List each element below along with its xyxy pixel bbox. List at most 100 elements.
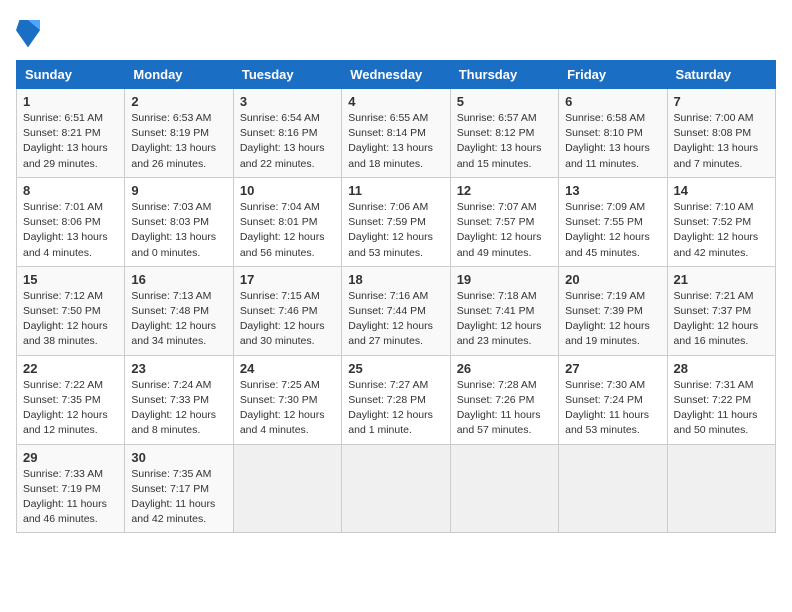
calendar-week-5: 29 Sunrise: 7:33 AMSunset: 7:19 PMDaylig… [17,444,776,533]
calendar-cell: 19 Sunrise: 7:18 AMSunset: 7:41 PMDaylig… [450,266,558,355]
day-number: 3 [240,94,335,109]
day-info: Sunrise: 6:53 AMSunset: 8:19 PMDaylight:… [131,111,226,172]
day-info: Sunrise: 7:30 AMSunset: 7:24 PMDaylight:… [565,378,660,439]
day-info: Sunrise: 7:00 AMSunset: 8:08 PMDaylight:… [674,111,769,172]
calendar-week-1: 1 Sunrise: 6:51 AMSunset: 8:21 PMDayligh… [17,89,776,178]
day-number: 21 [674,272,769,287]
day-info: Sunrise: 7:15 AMSunset: 7:46 PMDaylight:… [240,289,335,350]
logo-icon [16,16,40,48]
calendar-cell: 28 Sunrise: 7:31 AMSunset: 7:22 PMDaylig… [667,355,775,444]
calendar-cell: 10 Sunrise: 7:04 AMSunset: 8:01 PMDaylig… [233,177,341,266]
day-info: Sunrise: 7:28 AMSunset: 7:26 PMDaylight:… [457,378,552,439]
calendar-body: 1 Sunrise: 6:51 AMSunset: 8:21 PMDayligh… [17,89,776,533]
calendar-cell: 1 Sunrise: 6:51 AMSunset: 8:21 PMDayligh… [17,89,125,178]
day-number: 4 [348,94,443,109]
day-number: 22 [23,361,118,376]
calendar-table: SundayMondayTuesdayWednesdayThursdayFrid… [16,60,776,533]
calendar-cell: 25 Sunrise: 7:27 AMSunset: 7:28 PMDaylig… [342,355,450,444]
day-number: 11 [348,183,443,198]
calendar-cell: 8 Sunrise: 7:01 AMSunset: 8:06 PMDayligh… [17,177,125,266]
calendar-cell: 18 Sunrise: 7:16 AMSunset: 7:44 PMDaylig… [342,266,450,355]
day-number: 16 [131,272,226,287]
calendar-cell: 3 Sunrise: 6:54 AMSunset: 8:16 PMDayligh… [233,89,341,178]
col-header-wednesday: Wednesday [342,61,450,89]
col-header-tuesday: Tuesday [233,61,341,89]
day-info: Sunrise: 7:03 AMSunset: 8:03 PMDaylight:… [131,200,226,261]
day-number: 23 [131,361,226,376]
calendar-cell: 14 Sunrise: 7:10 AMSunset: 7:52 PMDaylig… [667,177,775,266]
day-number: 20 [565,272,660,287]
calendar-cell: 21 Sunrise: 7:21 AMSunset: 7:37 PMDaylig… [667,266,775,355]
calendar-week-3: 15 Sunrise: 7:12 AMSunset: 7:50 PMDaylig… [17,266,776,355]
day-number: 14 [674,183,769,198]
day-info: Sunrise: 7:19 AMSunset: 7:39 PMDaylight:… [565,289,660,350]
calendar-cell: 27 Sunrise: 7:30 AMSunset: 7:24 PMDaylig… [559,355,667,444]
calendar-cell: 24 Sunrise: 7:25 AMSunset: 7:30 PMDaylig… [233,355,341,444]
calendar-cell [342,444,450,533]
calendar-cell: 13 Sunrise: 7:09 AMSunset: 7:55 PMDaylig… [559,177,667,266]
calendar-cell: 6 Sunrise: 6:58 AMSunset: 8:10 PMDayligh… [559,89,667,178]
calendar-cell [450,444,558,533]
day-info: Sunrise: 7:10 AMSunset: 7:52 PMDaylight:… [674,200,769,261]
day-info: Sunrise: 6:57 AMSunset: 8:12 PMDaylight:… [457,111,552,172]
day-info: Sunrise: 7:06 AMSunset: 7:59 PMDaylight:… [348,200,443,261]
day-number: 7 [674,94,769,109]
col-header-monday: Monday [125,61,233,89]
day-info: Sunrise: 7:35 AMSunset: 7:17 PMDaylight:… [131,467,226,528]
day-number: 30 [131,450,226,465]
day-info: Sunrise: 7:07 AMSunset: 7:57 PMDaylight:… [457,200,552,261]
day-number: 5 [457,94,552,109]
day-number: 18 [348,272,443,287]
day-number: 10 [240,183,335,198]
day-info: Sunrise: 7:09 AMSunset: 7:55 PMDaylight:… [565,200,660,261]
day-number: 29 [23,450,118,465]
day-info: Sunrise: 7:33 AMSunset: 7:19 PMDaylight:… [23,467,118,528]
col-header-sunday: Sunday [17,61,125,89]
day-number: 12 [457,183,552,198]
day-info: Sunrise: 6:55 AMSunset: 8:14 PMDaylight:… [348,111,443,172]
calendar-week-2: 8 Sunrise: 7:01 AMSunset: 8:06 PMDayligh… [17,177,776,266]
calendar-cell: 29 Sunrise: 7:33 AMSunset: 7:19 PMDaylig… [17,444,125,533]
calendar-cell: 2 Sunrise: 6:53 AMSunset: 8:19 PMDayligh… [125,89,233,178]
day-number: 26 [457,361,552,376]
calendar-cell: 15 Sunrise: 7:12 AMSunset: 7:50 PMDaylig… [17,266,125,355]
day-number: 24 [240,361,335,376]
day-number: 1 [23,94,118,109]
day-info: Sunrise: 7:22 AMSunset: 7:35 PMDaylight:… [23,378,118,439]
day-info: Sunrise: 7:25 AMSunset: 7:30 PMDaylight:… [240,378,335,439]
day-number: 25 [348,361,443,376]
calendar-cell: 22 Sunrise: 7:22 AMSunset: 7:35 PMDaylig… [17,355,125,444]
day-number: 27 [565,361,660,376]
calendar-cell: 7 Sunrise: 7:00 AMSunset: 8:08 PMDayligh… [667,89,775,178]
calendar-cell: 5 Sunrise: 6:57 AMSunset: 8:12 PMDayligh… [450,89,558,178]
calendar-cell: 11 Sunrise: 7:06 AMSunset: 7:59 PMDaylig… [342,177,450,266]
day-number: 28 [674,361,769,376]
calendar-cell: 30 Sunrise: 7:35 AMSunset: 7:17 PMDaylig… [125,444,233,533]
col-header-thursday: Thursday [450,61,558,89]
calendar-cell [667,444,775,533]
col-header-saturday: Saturday [667,61,775,89]
day-info: Sunrise: 6:54 AMSunset: 8:16 PMDaylight:… [240,111,335,172]
day-number: 9 [131,183,226,198]
calendar-cell: 17 Sunrise: 7:15 AMSunset: 7:46 PMDaylig… [233,266,341,355]
day-info: Sunrise: 6:51 AMSunset: 8:21 PMDaylight:… [23,111,118,172]
day-info: Sunrise: 7:24 AMSunset: 7:33 PMDaylight:… [131,378,226,439]
calendar-header-row: SundayMondayTuesdayWednesdayThursdayFrid… [17,61,776,89]
page-header [16,16,776,48]
day-info: Sunrise: 7:04 AMSunset: 8:01 PMDaylight:… [240,200,335,261]
day-info: Sunrise: 6:58 AMSunset: 8:10 PMDaylight:… [565,111,660,172]
day-info: Sunrise: 7:31 AMSunset: 7:22 PMDaylight:… [674,378,769,439]
day-info: Sunrise: 7:27 AMSunset: 7:28 PMDaylight:… [348,378,443,439]
day-info: Sunrise: 7:01 AMSunset: 8:06 PMDaylight:… [23,200,118,261]
calendar-cell: 26 Sunrise: 7:28 AMSunset: 7:26 PMDaylig… [450,355,558,444]
calendar-cell: 4 Sunrise: 6:55 AMSunset: 8:14 PMDayligh… [342,89,450,178]
day-number: 17 [240,272,335,287]
calendar-cell [233,444,341,533]
calendar-week-4: 22 Sunrise: 7:22 AMSunset: 7:35 PMDaylig… [17,355,776,444]
calendar-cell: 12 Sunrise: 7:07 AMSunset: 7:57 PMDaylig… [450,177,558,266]
calendar-cell: 23 Sunrise: 7:24 AMSunset: 7:33 PMDaylig… [125,355,233,444]
day-number: 19 [457,272,552,287]
col-header-friday: Friday [559,61,667,89]
day-number: 13 [565,183,660,198]
calendar-cell: 9 Sunrise: 7:03 AMSunset: 8:03 PMDayligh… [125,177,233,266]
